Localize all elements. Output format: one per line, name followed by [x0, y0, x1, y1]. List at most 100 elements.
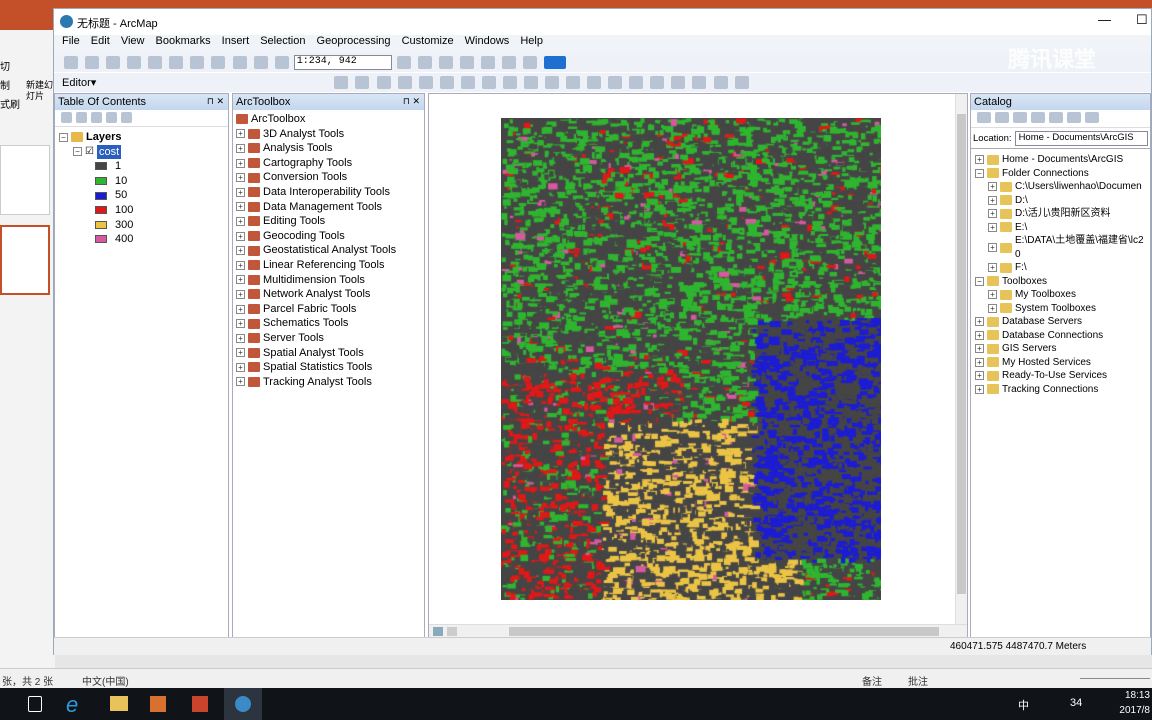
- expand-icon[interactable]: +: [236, 260, 245, 270]
- expand-icon[interactable]: +: [236, 319, 245, 329]
- undo-icon[interactable]: [232, 56, 247, 69]
- expand-icon[interactable]: +: [236, 231, 245, 241]
- up-one-level-icon[interactable]: [1013, 112, 1027, 123]
- task-view-icon[interactable]: [28, 696, 42, 712]
- expand-icon[interactable]: +: [988, 209, 997, 219]
- expand-icon[interactable]: −: [975, 168, 984, 178]
- location-input[interactable]: Home - Documents\ArcGIS: [1014, 130, 1148, 146]
- zoom-out-icon[interactable]: [355, 76, 370, 89]
- ppt-cut[interactable]: 切: [0, 58, 24, 77]
- cut-icon[interactable]: [148, 56, 163, 69]
- expand-icon[interactable]: +: [236, 129, 245, 139]
- toolbox-item[interactable]: + Spatial Analyst Tools: [236, 346, 421, 361]
- toolbox-item[interactable]: + Analysis Tools: [236, 141, 421, 156]
- catalog-item[interactable]: − Toolboxes: [975, 275, 1146, 289]
- catalog-item[interactable]: + D:\活儿\贵阳新区资料: [975, 207, 1146, 221]
- fixed-zoom-in-icon[interactable]: [418, 76, 433, 89]
- ppt-copy[interactable]: 制: [0, 77, 24, 96]
- print-icon[interactable]: [127, 56, 142, 69]
- pan-icon[interactable]: [376, 76, 391, 89]
- menu-file[interactable]: File: [62, 35, 80, 47]
- notes-button[interactable]: 备注: [862, 673, 882, 688]
- menu-geoprocessing[interactable]: Geoprocessing: [317, 35, 391, 47]
- powerpoint-icon[interactable]: [192, 696, 208, 712]
- select-features-icon[interactable]: [502, 76, 517, 89]
- add-data-icon[interactable]: [274, 56, 289, 69]
- toolbox-item[interactable]: + Data Interoperability Tools: [236, 185, 421, 200]
- table-of-contents-icon[interactable]: [417, 56, 432, 69]
- cost-raster-map[interactable]: [501, 118, 881, 600]
- legend-item[interactable]: 300: [59, 218, 224, 233]
- toolbox-item[interactable]: + Server Tools: [236, 331, 421, 346]
- toolbox-item[interactable]: + Multidimension Tools: [236, 273, 421, 288]
- list-by-source-icon[interactable]: [76, 112, 87, 123]
- expand-icon[interactable]: +: [988, 182, 997, 192]
- menu-view[interactable]: View: [121, 35, 145, 47]
- catalog-icon[interactable]: [438, 56, 453, 69]
- toolbox-item[interactable]: + Geocoding Tools: [236, 229, 421, 244]
- expand-icon[interactable]: +: [236, 143, 245, 153]
- slide-thumbnail-1[interactable]: [0, 145, 50, 215]
- menu-edit[interactable]: Edit: [91, 35, 110, 47]
- paste-icon[interactable]: [190, 56, 205, 69]
- ime-indicator[interactable]: 中: [1018, 697, 1029, 713]
- catalog-item[interactable]: + E:\DATA\土地覆盖\福建省\lc20: [975, 234, 1146, 261]
- map-vertical-scrollbar[interactable]: [955, 94, 967, 624]
- layer-visibility-checkbox[interactable]: ☑: [85, 145, 94, 160]
- slide-thumbnail-2[interactable]: [0, 225, 50, 295]
- back-icon[interactable]: [977, 112, 991, 123]
- measure-icon[interactable]: [629, 76, 644, 89]
- home-icon[interactable]: [1031, 112, 1045, 123]
- layout-view-button[interactable]: [447, 627, 457, 636]
- expand-icon[interactable]: +: [236, 187, 245, 197]
- arctoolbox-icon[interactable]: [481, 56, 495, 69]
- pin-close-icon[interactable]: ⊓ ✕: [207, 96, 224, 107]
- expand-icon[interactable]: +: [988, 195, 997, 205]
- list-by-visibility-icon[interactable]: [91, 112, 102, 123]
- open-icon[interactable]: [85, 56, 100, 69]
- expand-icon[interactable]: +: [988, 303, 997, 313]
- toolbox-item[interactable]: + Data Management Tools: [236, 200, 421, 215]
- expand-icon[interactable]: +: [975, 384, 984, 394]
- expand-icon[interactable]: +: [975, 344, 984, 354]
- ppt-format-painter[interactable]: 式刷: [0, 96, 24, 115]
- expand-icon[interactable]: +: [236, 216, 245, 226]
- save-icon[interactable]: [106, 56, 121, 69]
- zoom-slider[interactable]: [1080, 678, 1150, 679]
- catalog-item[interactable]: + E:\: [975, 221, 1146, 235]
- toolbox-item[interactable]: +3D Analyst Tools: [236, 127, 421, 142]
- expand-icon[interactable]: +: [988, 263, 997, 273]
- catalog-item[interactable]: + GIS Servers: [975, 342, 1146, 356]
- toolbox-item[interactable]: + Editing Tools: [236, 214, 421, 229]
- catalog-item[interactable]: + F:\: [975, 261, 1146, 275]
- new-icon[interactable]: [64, 56, 78, 69]
- modelbuilder-icon[interactable]: [523, 56, 538, 69]
- forward-icon[interactable]: [481, 76, 496, 89]
- expand-icon[interactable]: +: [975, 155, 984, 165]
- comments-button[interactable]: 批注: [908, 673, 928, 688]
- expand-icon[interactable]: −: [975, 276, 984, 286]
- pin-close-icon[interactable]: ⊓ ✕: [403, 96, 420, 107]
- expand-icon[interactable]: +: [236, 377, 245, 387]
- catalog-item[interactable]: + Database Connections: [975, 329, 1146, 343]
- copy-icon[interactable]: [169, 56, 184, 69]
- select-elements-icon[interactable]: [545, 76, 560, 89]
- back-icon[interactable]: [460, 76, 475, 89]
- list-by-selection-icon[interactable]: [106, 112, 117, 123]
- toolbox-item[interactable]: + Spatial Statistics Tools: [236, 360, 421, 375]
- toolbox-item[interactable]: + Parcel Fabric Tools: [236, 302, 421, 317]
- expand-icon[interactable]: +: [236, 158, 245, 168]
- create-viewer-icon[interactable]: [734, 76, 749, 89]
- expand-icon[interactable]: +: [236, 173, 245, 183]
- delete-icon[interactable]: [211, 56, 226, 69]
- arcmap-taskbar-button[interactable]: [224, 688, 262, 720]
- forward-icon[interactable]: [995, 112, 1009, 123]
- expand-icon[interactable]: +: [988, 243, 997, 252]
- legend-item[interactable]: 50: [59, 188, 224, 203]
- clear-selection-icon[interactable]: [523, 76, 538, 89]
- toolbox-item[interactable]: + Cartography Tools: [236, 156, 421, 171]
- arctoolbox-root[interactable]: ArcToolbox: [236, 112, 421, 127]
- color-picker[interactable]: [544, 56, 567, 69]
- find-icon[interactable]: [650, 76, 665, 89]
- legend-item[interactable]: 10: [59, 174, 224, 189]
